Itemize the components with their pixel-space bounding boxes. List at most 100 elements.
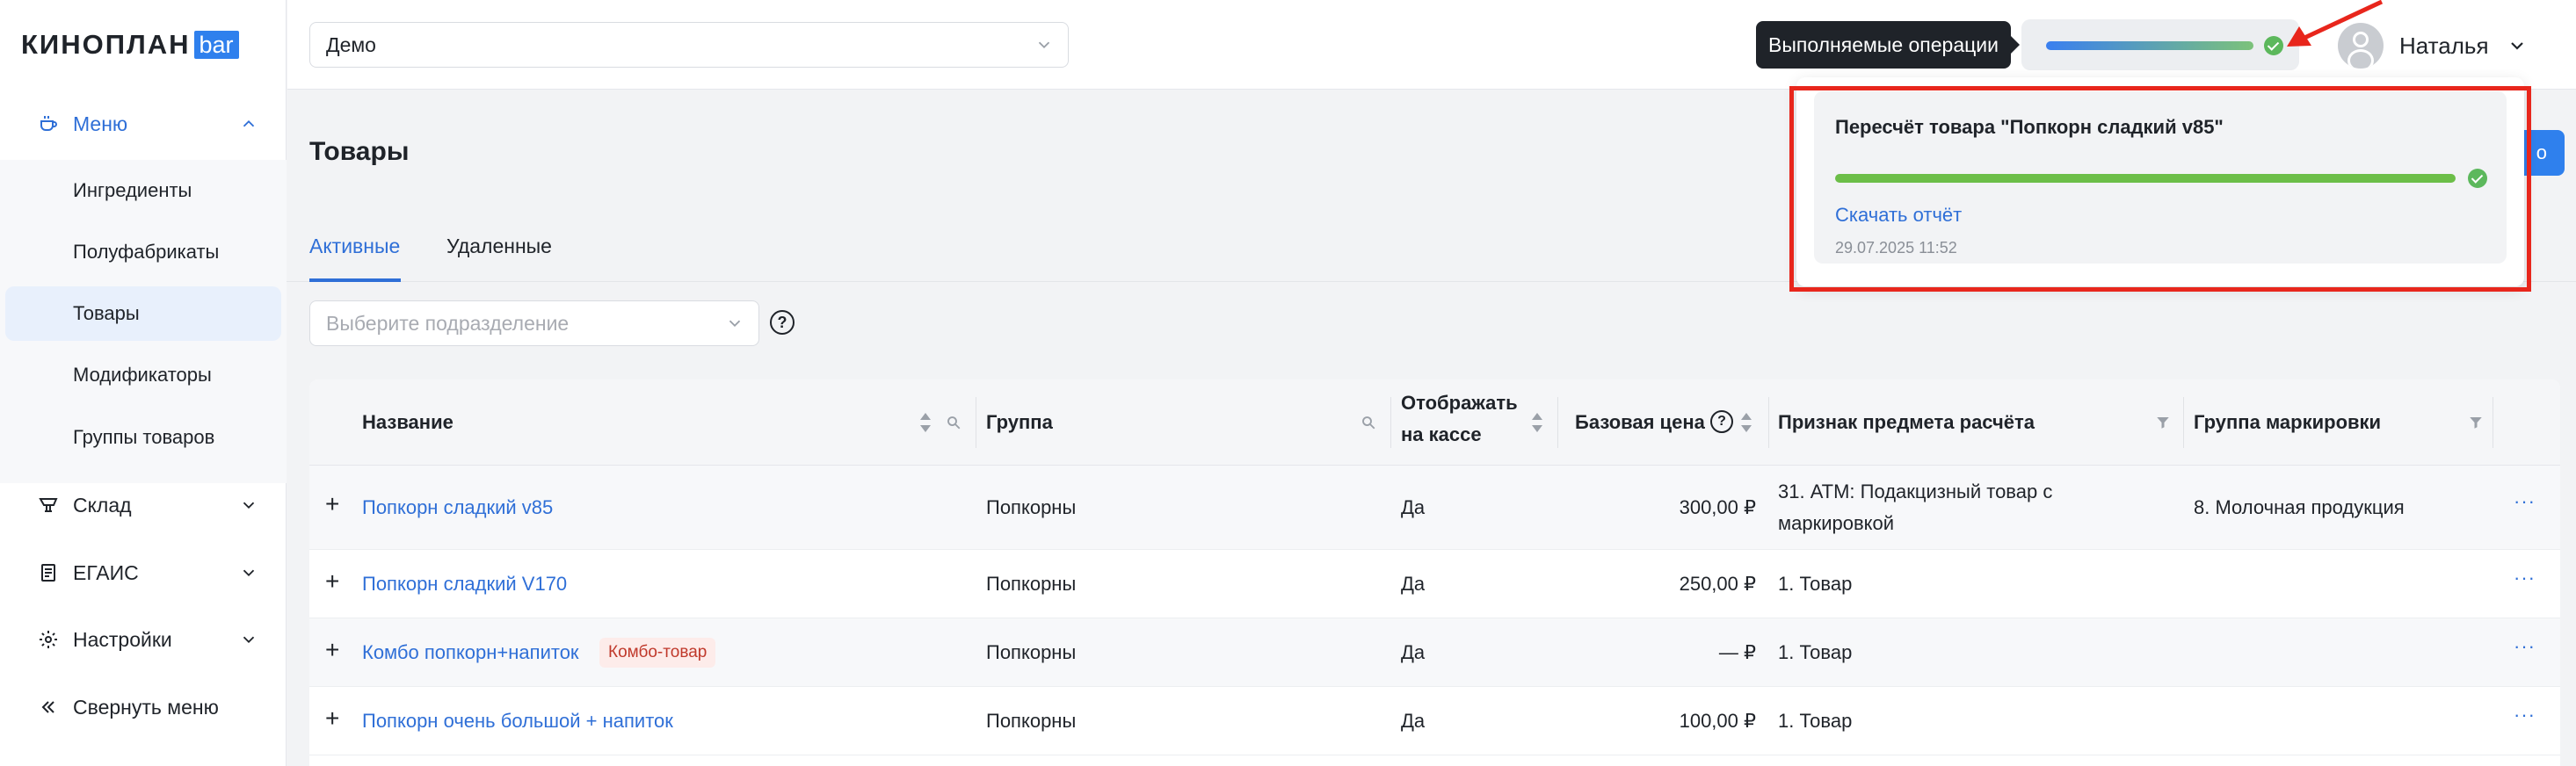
header-marking[interactable]: Группа маркировки — [2194, 411, 2381, 434]
sidebar-item-products[interactable]: Товары — [5, 286, 281, 341]
tab-active[interactable]: Активные — [309, 235, 400, 258]
coffee-cup-icon — [37, 112, 60, 135]
sidebar-warehouse-group[interactable]: Склад — [0, 479, 287, 531]
department-select-placeholder: Выберите подразделение — [326, 311, 570, 335]
product-show: Да — [1401, 496, 1426, 518]
operations-progress-widget[interactable] — [2021, 19, 2299, 70]
sidebar-item-label: Полуфабрикаты — [73, 241, 220, 263]
app-logo[interactable]: КИНОПЛАН bar — [21, 29, 239, 60]
product-subject-line2: маркировкой — [1778, 512, 1895, 534]
document-icon — [37, 561, 60, 584]
product-price: 100,00 ₽ — [1679, 710, 1756, 732]
annotation-highlight-box — [1789, 86, 2531, 292]
sidebar-item-product-groups[interactable]: Группы товаров — [5, 410, 281, 465]
row-actions-button[interactable]: ··· — [2514, 490, 2536, 513]
sidebar-group-label: Настройки — [73, 627, 172, 651]
search-icon[interactable] — [1361, 415, 1376, 430]
sidebar-item-label: Группы товаров — [73, 426, 215, 448]
header-show-line2[interactable]: на кассе — [1401, 423, 1482, 446]
expand-row-button[interactable]: + — [325, 705, 339, 733]
collapse-menu-label: Свернуть меню — [73, 695, 219, 719]
row-actions-button[interactable]: ··· — [2514, 704, 2536, 726]
column-separator — [2183, 397, 2184, 448]
header-price[interactable]: Базовая цена — [1575, 411, 1705, 434]
product-group: Попкорны — [986, 710, 1077, 732]
avatar — [2338, 23, 2384, 69]
table-row[interactable]: + Попкорн сладкий v85 Попкорны Да 300,00… — [309, 466, 2560, 550]
sidebar-item-label: Товары — [73, 302, 140, 324]
sidebar-menu-label: Меню — [73, 112, 128, 135]
sidebar-settings-group[interactable]: Настройки — [0, 613, 287, 666]
chevron-down-icon — [243, 569, 255, 577]
table-row[interactable]: + Попкорн очень большой + напиток Попкор… — [309, 687, 2560, 755]
cinema-select[interactable]: Демо — [309, 22, 1069, 68]
expand-row-button[interactable]: + — [325, 567, 339, 596]
product-group: Попкорны — [986, 573, 1077, 595]
row-actions-button[interactable]: ··· — [2514, 567, 2536, 589]
row-actions-button[interactable]: ··· — [2514, 635, 2536, 658]
product-subject-line1: 31. АТМ: Подакцизный товар с — [1778, 481, 2053, 502]
filter-icon[interactable] — [2155, 415, 2171, 430]
product-subject: 1. Товар — [1778, 573, 1853, 595]
sidebar-egais-group[interactable]: ЕГАИС — [0, 546, 287, 599]
expand-row-button[interactable]: + — [325, 636, 339, 664]
product-subject: 1. Товар — [1778, 641, 1853, 663]
product-show: Да — [1401, 573, 1426, 595]
sort-icon[interactable] — [1740, 412, 1752, 433]
product-name-link[interactable]: Попкорн сладкий V170 — [362, 568, 567, 600]
filter-icon[interactable] — [2468, 415, 2484, 430]
chevron-down-icon — [2510, 42, 2523, 50]
column-separator — [1768, 397, 1769, 448]
table-row[interactable]: + Комбо попкорн+напиток Комбо-товар Попк… — [309, 618, 2560, 687]
chevron-down-icon — [243, 636, 255, 644]
help-icon[interactable]: ? — [1710, 410, 1733, 433]
sidebar-item-semifinished[interactable]: Полуфабрикаты — [5, 225, 281, 279]
product-group: Попкорны — [986, 641, 1077, 663]
product-show: Да — [1401, 710, 1426, 732]
product-price: — ₽ — [1718, 641, 1756, 663]
collapse-menu-button[interactable]: Свернуть меню — [0, 681, 287, 733]
product-price: 250,00 ₽ — [1679, 573, 1756, 595]
sidebar-item-label: Модификаторы — [73, 364, 212, 386]
product-show: Да — [1401, 641, 1426, 663]
user-name: Наталья — [2399, 32, 2489, 59]
product-name-link[interactable]: Комбо попкорн+напиток — [362, 637, 579, 668]
expand-row-button[interactable]: + — [325, 490, 339, 518]
gear-icon — [37, 628, 60, 651]
search-icon[interactable] — [946, 415, 961, 430]
chevron-down-icon — [243, 502, 255, 509]
sidebar: КИНОПЛАН bar Меню Ингредиенты Полуфабрик… — [0, 0, 287, 766]
user-menu[interactable]: Наталья — [2338, 23, 2528, 69]
product-name-link[interactable]: Попкорн очень большой + напиток — [362, 705, 673, 737]
operations-progress-bar — [2046, 41, 2253, 50]
help-icon[interactable]: ? — [770, 310, 795, 335]
logo-text: КИНОПЛАН — [21, 29, 191, 60]
sort-icon[interactable] — [919, 412, 932, 433]
sidebar-group-label: ЕГАИС — [73, 560, 139, 584]
product-subject: 1. Товар — [1778, 710, 1853, 732]
sidebar-menu-group[interactable]: Меню — [0, 98, 287, 150]
logo-badge: bar — [193, 31, 239, 59]
department-select[interactable]: Выберите подразделение — [309, 300, 759, 346]
double-chevron-left-icon — [37, 696, 60, 719]
column-separator — [1390, 397, 1391, 448]
header-show-line1[interactable]: Отображать — [1401, 392, 1518, 415]
table-row[interactable]: + Попкорн сладкий V170 Попкорны Да 250,0… — [309, 550, 2560, 618]
chevron-down-icon — [729, 320, 741, 328]
sidebar-item-ingredients[interactable]: Ингредиенты — [5, 163, 281, 218]
header-name[interactable]: Название — [362, 411, 454, 434]
cart-icon — [37, 494, 60, 517]
sidebar-item-modifiers[interactable]: Модификаторы — [5, 348, 281, 402]
product-name-link[interactable]: Попкорн сладкий v85 — [362, 492, 553, 524]
header-subject[interactable]: Признак предмета расчёта — [1778, 411, 2035, 434]
page-title: Товары — [309, 137, 410, 166]
table-header: Название Группа Отображать на кассе Базо… — [309, 379, 2560, 466]
header-group[interactable]: Группа — [986, 411, 1053, 434]
sort-icon[interactable] — [1531, 412, 1543, 433]
tab-deleted[interactable]: Удаленные — [446, 235, 552, 258]
sidebar-group-label: Склад — [73, 493, 132, 517]
products-table: Название Группа Отображать на кассе Базо… — [309, 379, 2560, 766]
chevron-down-icon — [1038, 41, 1050, 49]
product-group: Попкорны — [986, 496, 1077, 518]
active-tab-indicator — [309, 278, 401, 282]
